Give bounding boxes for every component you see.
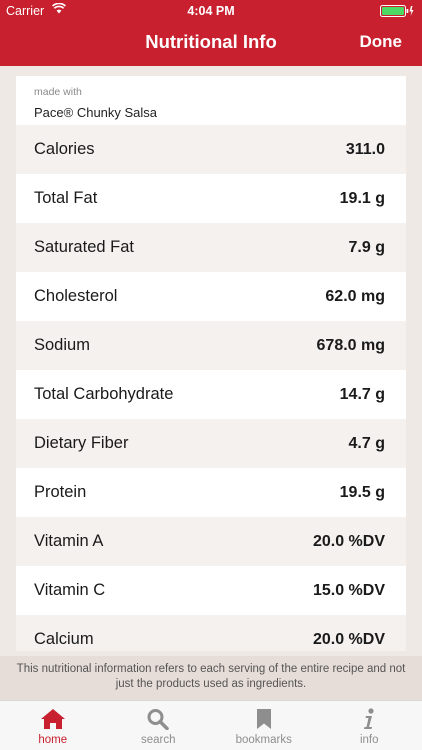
nutrient-row: Cholesterol 62.0 mg [16, 272, 406, 321]
nutrient-row: Total Fat 19.1 g [16, 174, 406, 223]
tab-info[interactable]: info [317, 701, 422, 750]
nutrient-row: Dietary Fiber 4.7 g [16, 419, 406, 468]
bookmark-icon [255, 708, 273, 730]
nutrient-value: 19.1 g [339, 189, 385, 207]
tab-home[interactable]: home [0, 701, 106, 750]
nutrient-value: 19.5 g [339, 483, 385, 501]
nutrient-name: Calories [34, 140, 95, 158]
home-icon [40, 708, 66, 730]
nutrient-row: Saturated Fat 7.9 g [16, 223, 406, 272]
nutrient-value: 678.0 mg [316, 336, 385, 354]
nutrient-row: Protein 19.5 g [16, 468, 406, 517]
tab-search-label: search [140, 734, 176, 746]
status-bar: Carrier 4:04 PM [0, 0, 422, 22]
navigation-bar: Carrier 4:04 PM Nutritional Info Done [0, 0, 422, 66]
nutrient-row: Total Carbohydrate 14.7 g [16, 370, 406, 419]
nutrition-card: made with Pace® Chunky Salsa Calories 31… [16, 76, 406, 651]
nutrient-value: 311.0 [345, 140, 385, 158]
info-icon [362, 708, 376, 730]
nutrient-name: Saturated Fat [34, 238, 134, 256]
nutrient-name: Vitamin A [34, 532, 104, 550]
made-with-section: made with Pace® Chunky Salsa [16, 76, 406, 125]
nutrient-value: 20.0 %DV [312, 532, 385, 550]
tab-info-label: info [359, 734, 379, 746]
status-time: 4:04 PM [187, 4, 235, 18]
nutrient-name: Total Fat [34, 189, 98, 207]
search-icon [146, 708, 170, 730]
battery-icon [380, 5, 414, 20]
tab-home-label: home [38, 734, 68, 746]
nutrient-value: 14.7 g [339, 385, 385, 403]
nutrient-row: Calories 311.0 [16, 125, 406, 174]
nutrient-name: Sodium [34, 336, 90, 354]
tab-bookmarks[interactable]: bookmarks [211, 701, 317, 750]
made-with-label: made with [34, 86, 82, 98]
nutrient-name: Calcium [34, 630, 94, 648]
tab-search[interactable]: search [106, 701, 212, 750]
disclaimer-text: This nutritional information refers to e… [0, 656, 422, 700]
nutrient-row: Sodium 678.0 mg [16, 321, 406, 370]
nutrient-value: 15.0 %DV [312, 581, 385, 599]
nutrient-row: Vitamin C 15.0 %DV [16, 566, 406, 615]
nutrient-name: Protein [34, 483, 87, 501]
nutrient-row: Vitamin A 20.0 %DV [16, 517, 406, 566]
nutrient-value: 20.0 %DV [312, 630, 385, 648]
tab-bar: home search bookmarks info [0, 700, 422, 750]
done-button[interactable]: Done [360, 32, 403, 52]
nutrient-value: 7.9 g [348, 238, 385, 256]
nutrient-value: 62.0 mg [325, 287, 385, 305]
nutrient-row: Calcium 20.0 %DV [16, 615, 406, 651]
nutrient-name: Vitamin C [34, 581, 106, 599]
tab-bookmarks-label: bookmarks [235, 734, 292, 746]
product-name: Pace® Chunky Salsa [34, 105, 158, 120]
nutrient-name: Cholesterol [34, 287, 118, 305]
nutrient-name: Total Carbohydrate [34, 385, 174, 403]
nutrient-value: 4.7 g [348, 434, 385, 452]
nutrient-name: Dietary Fiber [34, 434, 129, 452]
